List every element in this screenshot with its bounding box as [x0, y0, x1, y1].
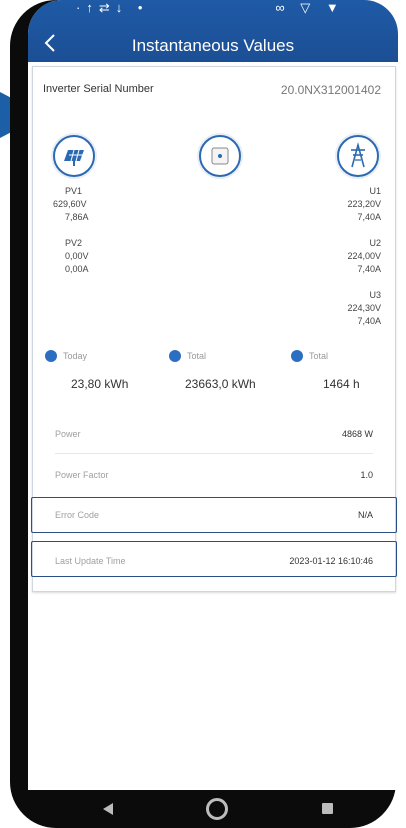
nav-recents-icon[interactable]	[322, 803, 333, 814]
total-energy-value: 23663,0 kWh	[185, 377, 256, 391]
power-label: Power	[55, 429, 81, 439]
power-factor-label: Power Factor	[55, 470, 109, 480]
status-icons-left: ·↑⇄↓ •	[76, 0, 149, 15]
error-code-value: N/A	[357, 510, 373, 520]
total-hours-label: Total	[309, 351, 329, 361]
app-header: ·↑⇄↓ • ∞ ▽ ▼ Instantaneous Values	[28, 0, 398, 62]
u3-current: 7,40A	[357, 316, 381, 326]
u1-name: U1	[369, 186, 381, 196]
power-value: 4868 W	[341, 429, 373, 439]
u3-block: U3 224,30V 7,40A	[347, 289, 381, 328]
pv1-voltage: 629,60V	[53, 199, 87, 209]
u1-block: U1 223,20V 7,40A	[347, 185, 381, 224]
power-factor-value: 1.0	[360, 470, 373, 480]
total-energy-label: Total	[187, 351, 207, 361]
u2-voltage: 224,00V	[347, 251, 381, 261]
last-update-label: Last Update Time	[55, 556, 126, 566]
system-nav-bar	[40, 790, 386, 828]
u1-current: 7,40A	[357, 212, 381, 222]
serial-value: 20.0NX312001402	[280, 83, 381, 97]
u1-voltage: 223,20V	[347, 199, 381, 209]
u2-block: U2 224,00V 7,40A	[347, 237, 381, 276]
u3-name: U3	[369, 290, 381, 300]
today-value: 23,80 kWh	[71, 377, 129, 391]
nav-home-icon[interactable]	[206, 798, 228, 820]
page-title: Instantaneous Values	[131, 36, 295, 55]
u2-current: 7,40A	[357, 264, 381, 274]
status-icons-right: ∞ ▽ ▼	[275, 0, 358, 15]
status-bar: ·↑⇄↓ • ∞ ▽ ▼	[28, 0, 398, 22]
inverter-icon	[199, 135, 241, 177]
pv1-name: PV1	[65, 186, 83, 196]
power-tower-icon	[337, 135, 379, 177]
pv2-block: PV2 0,00V 0,00A	[65, 237, 89, 276]
phone-frame: ·↑⇄↓ • ∞ ▽ ▼ Instantaneous Values Invert…	[10, 0, 398, 828]
total-energy-icon	[169, 350, 181, 362]
serial-label: Inverter Serial Number	[43, 83, 154, 95]
today-label: Today	[63, 351, 88, 361]
last-update-value: 2023-01-12 16:10:46	[289, 556, 373, 566]
values-card: Inverter Serial Number 20.0NX312001402 P…	[31, 66, 397, 592]
total-hours-icon	[291, 350, 303, 362]
pv2-name: PV2	[65, 238, 83, 248]
total-hours-value: 1464 h	[323, 377, 360, 391]
u2-name: U2	[369, 238, 381, 248]
nav-back-icon[interactable]	[103, 803, 113, 815]
pv1-block: PV1 629,60V 7,86A	[53, 185, 89, 224]
pv2-current: 0,00A	[65, 264, 89, 274]
pv1-current: 7,86A	[65, 212, 89, 222]
error-code-label: Error Code	[55, 510, 100, 520]
app-screen: ·↑⇄↓ • ∞ ▽ ▼ Instantaneous Values Invert…	[28, 0, 398, 790]
solar-panel-icon	[53, 135, 95, 177]
today-energy-icon	[45, 350, 57, 362]
u3-voltage: 224,30V	[347, 303, 381, 313]
divider	[55, 453, 373, 454]
pv2-voltage: 0,00V	[65, 251, 89, 261]
